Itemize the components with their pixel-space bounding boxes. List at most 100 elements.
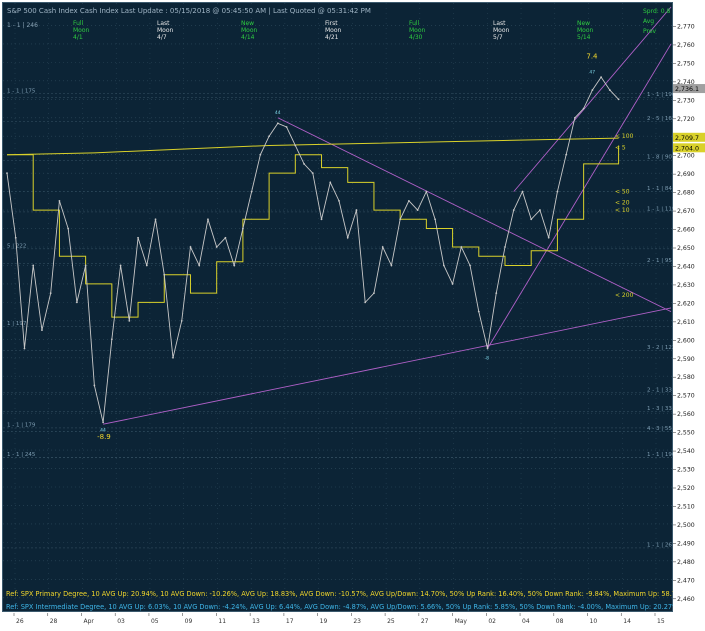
- swing-annotation: -8.9: [97, 433, 111, 441]
- price-point: [442, 264, 445, 267]
- wave-mark: 44: [100, 428, 106, 434]
- level-label: 1 - 1 | 196: [647, 92, 674, 98]
- price-point: [573, 116, 576, 119]
- price-point: [67, 227, 70, 230]
- x-tick-label: 08: [556, 618, 564, 625]
- level-label: 1 - 1 | 175: [7, 88, 36, 94]
- y-tick-label: 2,550: [677, 430, 695, 437]
- y-tick-label: 2,760: [677, 42, 695, 49]
- y-tick-label: 2,730: [677, 97, 695, 104]
- moon-phase-word: Moon: [157, 27, 174, 34]
- y-tick-label: 2,610: [677, 319, 695, 326]
- price-point: [128, 319, 131, 322]
- y-tick-label: 2,470: [677, 577, 695, 584]
- level-label: 1 - 1 | 179: [7, 422, 36, 428]
- price-point: [180, 319, 183, 322]
- price-point: [14, 236, 17, 239]
- moon-phase-date: 4/21: [325, 34, 339, 41]
- label-layer: < 100 < 5 < 50 < 20< 10 < 200 -8.9 7.4 44 44 -8 47: [97, 53, 633, 441]
- y-tick-label: 2,630: [677, 282, 695, 289]
- price-point: [110, 338, 113, 341]
- intermediate-degree-stats: Ref: SPX Intermediate Degree, 10 AVG Up:…: [6, 603, 674, 611]
- level-label: 1 | 197: [7, 321, 27, 327]
- price-point: [556, 190, 559, 193]
- x-tick-label: 19: [320, 618, 328, 625]
- ma-label: < 10: [615, 207, 630, 214]
- y-tick-label: 2,750: [677, 60, 695, 67]
- price-chart[interactable]: 1 - 1 | 175 1 - 1 | 196 2 - 5 | 163 1 - 8 |…: [3, 3, 705, 613]
- price-point: [399, 218, 402, 221]
- moving-average-line: [7, 145, 620, 318]
- price-marker-label: 2,709.7: [675, 135, 699, 142]
- swing-annotation: 7.4: [586, 53, 598, 61]
- moon-phase-word: Moon: [73, 27, 90, 34]
- price-point: [137, 236, 139, 239]
- moon-phase-name: New: [577, 20, 590, 27]
- y-tick-label: 2,560: [677, 411, 695, 418]
- price-point: [250, 190, 253, 193]
- x-tick-label: 27: [421, 618, 429, 625]
- x-tick-label: 13: [252, 618, 260, 625]
- price-point: [172, 356, 174, 359]
- trendline-lower-channel: [487, 43, 672, 349]
- ma-label: < 5: [615, 144, 626, 151]
- header-layer: S&P 500 Cash Index Cash Index Last Updat…: [7, 7, 670, 41]
- moon-phase-name: First: [325, 20, 338, 27]
- price-point: [6, 172, 8, 175]
- price-axis-ticks: 2,460 2,470 2,480 2,490 2,500 2,510 2,520 2,530…: [673, 23, 705, 603]
- price-point: [416, 209, 419, 211]
- price-point: [539, 209, 541, 211]
- price-point: [23, 347, 26, 350]
- price-point: [407, 199, 410, 202]
- moving-average-line: [6, 137, 619, 156]
- moon-phase-word: Moon: [409, 27, 426, 34]
- y-tick-label: 2,650: [677, 245, 695, 252]
- top-left-level: 1 - 1 | 246: [7, 22, 38, 29]
- price-point: [233, 264, 236, 267]
- x-tick-label: 09: [185, 618, 193, 625]
- price-point: [451, 283, 454, 285]
- price-point: [390, 264, 393, 267]
- date-axis-ticks: 26 28 Apr 03 05 09 11 13 17 19 23 25 27 May 02 04 08 10 14…: [13, 613, 665, 625]
- level-label: 2 - 1 | 95: [647, 258, 672, 264]
- y-tick-label: 2,480: [677, 559, 695, 566]
- price-point: [294, 144, 297, 147]
- y-tick-label: 2,580: [677, 374, 695, 381]
- price-point: [469, 264, 471, 267]
- price-marker-label: 2,704.0: [675, 145, 699, 152]
- price-axis[interactable]: 2,460 2,470 2,480 2,490 2,500 2,510 2,520 2,530…: [673, 2, 705, 612]
- price-marker-label: 2,736.1: [675, 86, 699, 93]
- price-point: [303, 163, 305, 165]
- price-point: [329, 181, 332, 184]
- price-point: [512, 209, 515, 211]
- y-tick-label: 2,770: [677, 23, 695, 30]
- price-point: [119, 264, 122, 267]
- moon-phase-word: Moon: [325, 27, 342, 34]
- y-tick-label: 2,720: [677, 116, 695, 123]
- ma-label: < 50: [615, 189, 630, 196]
- chart-window: 1 - 1 | 175 1 - 1 | 196 2 - 5 | 163 1 - 8 |…: [0, 0, 705, 626]
- price-point: [565, 153, 568, 156]
- x-tick-label: 17: [286, 618, 294, 625]
- plot-area[interactable]: 1 - 1 | 175 1 - 1 | 196 2 - 5 | 163 1 - 8 |…: [2, 2, 705, 613]
- price-point: [49, 292, 52, 295]
- price-point: [582, 107, 585, 110]
- price-point: [320, 218, 323, 221]
- moving-average-layer: [6, 137, 620, 318]
- level-label: 1 - 1 | 196: [647, 452, 674, 458]
- price-point: [355, 209, 358, 211]
- y-tick-label: 2,620: [677, 300, 695, 307]
- date-axis[interactable]: 26 28 Apr 03 05 09 11 13 17 19 23 25 27 May 02 04 08 10 14…: [2, 612, 673, 626]
- x-tick-label: 05: [151, 618, 159, 625]
- level-label: 3 - 2 | 122: [647, 345, 674, 351]
- moon-phase-date: 5/14: [577, 34, 591, 41]
- y-tick-label: 2,600: [677, 337, 695, 344]
- moon-phase-name: Last: [157, 20, 170, 27]
- x-tick-label: 04: [522, 618, 530, 625]
- level-label: 4 - 3 | 55: [647, 426, 672, 432]
- price-point: [521, 190, 524, 193]
- level-label: 1 - 1 | 26: [647, 542, 672, 548]
- wave-mark: 44: [275, 110, 281, 116]
- moon-phase-word: Moon: [241, 27, 258, 34]
- level-label: 1 - 1 | 245: [7, 452, 36, 458]
